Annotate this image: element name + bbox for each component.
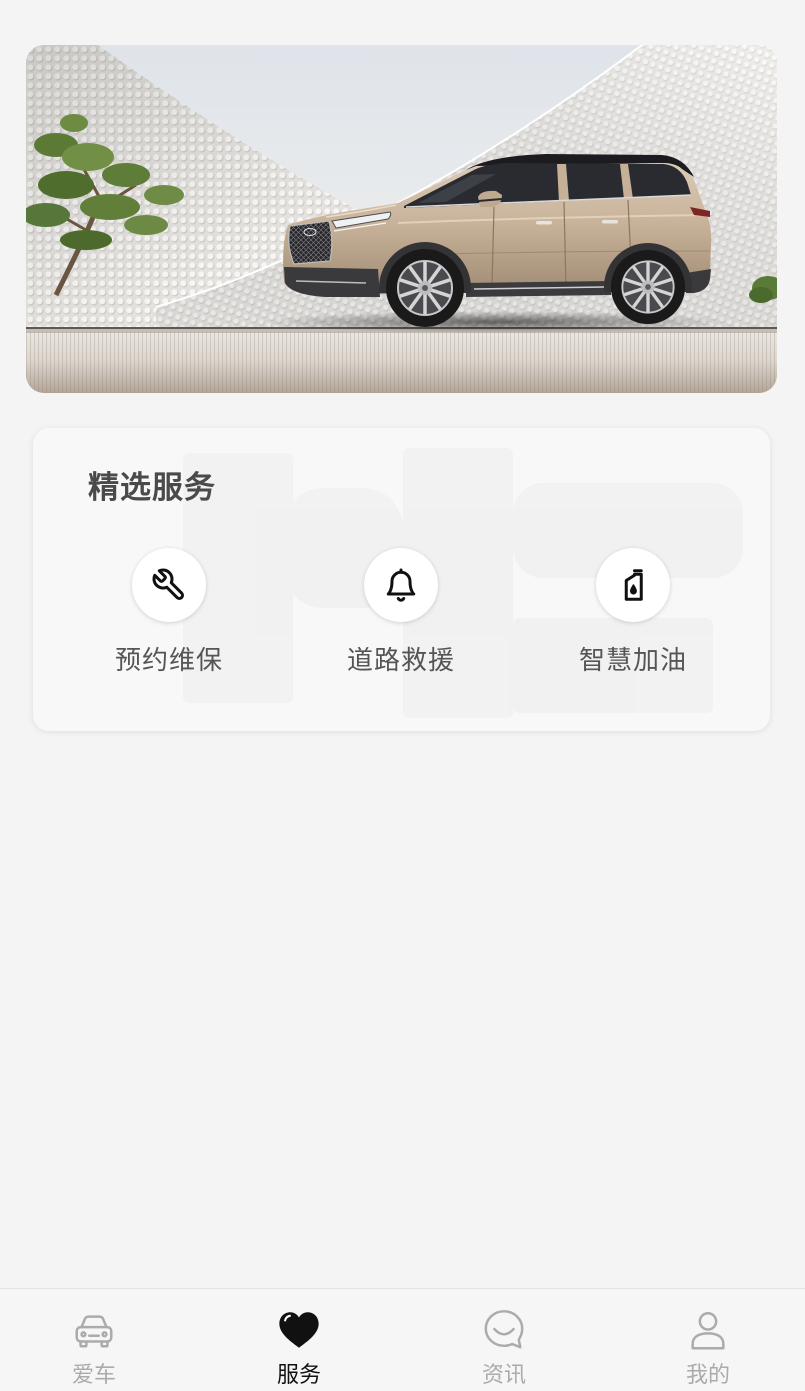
chat-bubble-icon — [484, 1310, 524, 1349]
tab-label: 爱车 — [71, 1362, 116, 1387]
bell-icon — [386, 568, 416, 602]
user-icon — [691, 1311, 725, 1350]
tab-profile[interactable]: 我的 — [648, 1289, 768, 1391]
car-icon — [75, 1315, 113, 1348]
tab-label: 资讯 — [481, 1362, 526, 1387]
service-icon-button[interactable] — [596, 548, 670, 622]
featured-services-card: 精选服务 预约维保 道路救援 智慧加油 — [33, 428, 770, 731]
banner-image — [26, 45, 777, 393]
tab-services[interactable]: 服务 — [239, 1289, 359, 1391]
section-title: 精选服务 — [88, 470, 216, 505]
wrench-icon — [152, 568, 184, 600]
service-label: 预约维保 — [114, 645, 223, 675]
service-label: 道路救援 — [346, 645, 455, 675]
tab-my-car[interactable]: 爱车 — [34, 1289, 154, 1391]
tab-label: 服务 — [276, 1362, 321, 1387]
tab-news[interactable]: 资讯 — [444, 1289, 564, 1391]
fuel-can-icon — [624, 569, 643, 601]
hero-banner[interactable] — [26, 45, 777, 393]
tab-label: 我的 — [685, 1362, 730, 1387]
heart-icon — [279, 1312, 319, 1348]
service-label: 智慧加油 — [578, 645, 687, 675]
bottom-tab-bar: 爱车 服务 资讯 我的 — [0, 1288, 805, 1391]
service-maintenance-booking[interactable]: 预约维保 — [53, 548, 285, 675]
service-list: 预约维保 道路救援 智慧加油 — [53, 548, 749, 675]
service-icon-button[interactable] — [132, 548, 206, 622]
service-smart-refuel[interactable]: 智慧加油 — [517, 548, 749, 675]
service-icon-button[interactable] — [364, 548, 438, 622]
service-roadside-assistance[interactable]: 道路救援 — [285, 548, 517, 675]
